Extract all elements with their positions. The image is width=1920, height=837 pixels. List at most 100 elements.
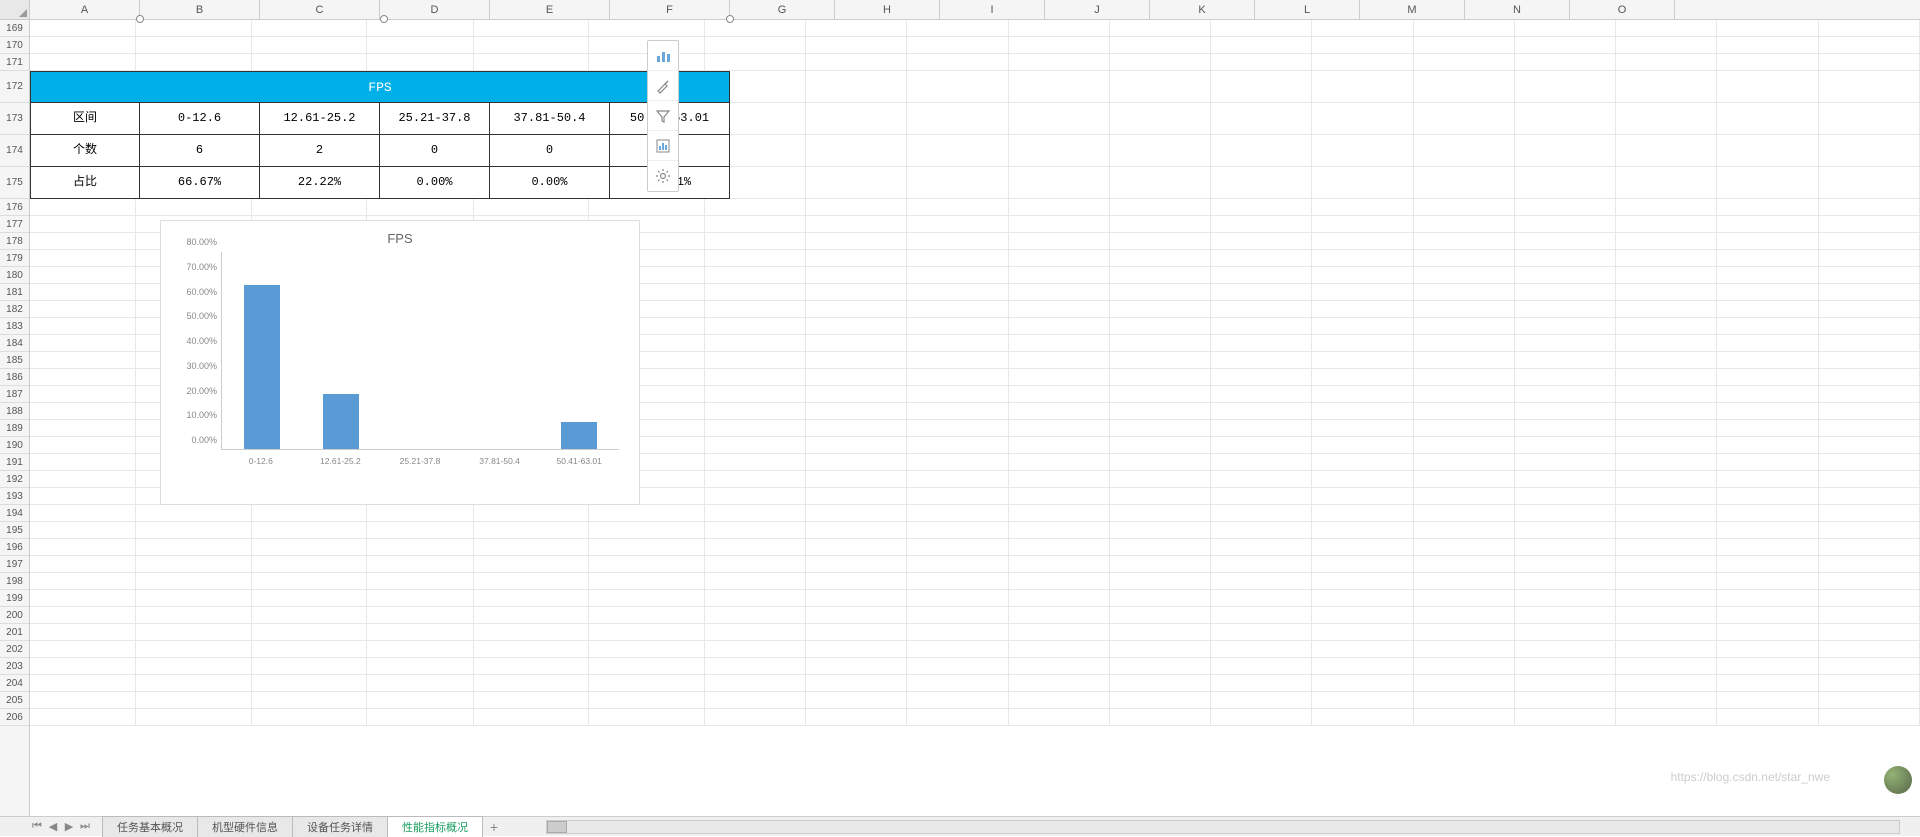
row-header[interactable]: 198 — [0, 573, 29, 590]
chart-type-icon[interactable] — [648, 41, 678, 71]
row-header[interactable]: 173 — [0, 103, 29, 135]
select-all-corner[interactable] — [0, 0, 30, 19]
table-row-label[interactable]: 个数 — [30, 135, 140, 167]
row-header[interactable]: 204 — [0, 675, 29, 692]
row-header[interactable]: 188 — [0, 403, 29, 420]
row-header[interactable]: 193 — [0, 488, 29, 505]
row-header[interactable]: 182 — [0, 301, 29, 318]
table-cell[interactable]: 12.61-25.2 — [260, 103, 380, 135]
row-header[interactable]: 199 — [0, 590, 29, 607]
col-header[interactable]: M — [1360, 0, 1465, 19]
tab-nav-next-icon[interactable]: ▶ — [62, 820, 76, 834]
table-cell[interactable]: 0.00% — [490, 167, 610, 199]
row-header[interactable]: 172 — [0, 71, 29, 103]
table-cell[interactable]: 66.67% — [140, 167, 260, 199]
row-header[interactable]: 194 — [0, 505, 29, 522]
row-header[interactable]: 195 — [0, 522, 29, 539]
row-header[interactable]: 196 — [0, 539, 29, 556]
table-cell[interactable]: 37.81-50.4 — [490, 103, 610, 135]
table-row-label[interactable]: 占比 — [30, 167, 140, 199]
row-header[interactable]: 187 — [0, 386, 29, 403]
col-header[interactable]: F — [610, 0, 730, 19]
scrollbar-thumb[interactable] — [547, 821, 567, 833]
brush-icon[interactable] — [648, 71, 678, 101]
table-cell[interactable]: 25.21-37.8 — [380, 103, 490, 135]
sheet-tab[interactable]: 性能指标概况 — [387, 816, 483, 837]
row-header[interactable]: 205 — [0, 692, 29, 709]
chart-style-icon[interactable] — [648, 131, 678, 161]
col-header[interactable]: O — [1570, 0, 1675, 19]
col-header[interactable]: J — [1045, 0, 1150, 19]
row-header[interactable]: 203 — [0, 658, 29, 675]
chart-y-tick: 70.00% — [186, 262, 217, 272]
col-header[interactable]: N — [1465, 0, 1570, 19]
sheet-tab[interactable]: 机型硬件信息 — [197, 816, 293, 837]
col-header[interactable]: A — [30, 0, 140, 19]
chart-x-tick: 25.21-37.8 — [380, 452, 460, 472]
add-sheet-button[interactable]: + — [482, 819, 506, 835]
selection-handle[interactable] — [380, 15, 388, 23]
chart-y-tick: 80.00% — [186, 237, 217, 247]
row-header[interactable]: 180 — [0, 267, 29, 284]
row-header[interactable]: 197 — [0, 556, 29, 573]
row-header-gutter: 1691701711721731741751761771781791801811… — [0, 20, 30, 816]
col-header[interactable]: K — [1150, 0, 1255, 19]
row-header[interactable]: 171 — [0, 54, 29, 71]
row-header[interactable]: 178 — [0, 233, 29, 250]
row-header[interactable]: 185 — [0, 352, 29, 369]
selection-handle[interactable] — [136, 15, 144, 23]
row-header[interactable]: 183 — [0, 318, 29, 335]
table-cell[interactable]: 0 — [490, 135, 610, 167]
row-header[interactable]: 189 — [0, 420, 29, 437]
selection-handle[interactable] — [726, 15, 734, 23]
tab-nav-prev-icon[interactable]: ◀ — [46, 820, 60, 834]
fps-bar-chart[interactable]: FPS 0.00%10.00%20.00%30.00%40.00%50.00%6… — [160, 220, 640, 505]
row-header[interactable]: 190 — [0, 437, 29, 454]
chart-bar[interactable] — [561, 422, 597, 449]
row-header[interactable]: 176 — [0, 199, 29, 216]
chart-bar[interactable] — [323, 394, 359, 449]
row-header[interactable]: 170 — [0, 37, 29, 54]
tab-nav-first-icon[interactable]: ⏮ — [30, 820, 44, 834]
row-header[interactable]: 192 — [0, 471, 29, 488]
table-title-cell[interactable]: FPS — [30, 71, 730, 103]
col-header[interactable]: E — [490, 0, 610, 19]
gear-icon[interactable] — [648, 161, 678, 191]
col-header[interactable]: B — [140, 0, 260, 19]
row-header[interactable]: 186 — [0, 369, 29, 386]
col-header[interactable]: I — [940, 0, 1045, 19]
tab-nav-last-icon[interactable]: ⏭ — [78, 820, 92, 834]
row-header[interactable]: 175 — [0, 167, 29, 199]
row-header[interactable]: 200 — [0, 607, 29, 624]
col-header[interactable]: L — [1255, 0, 1360, 19]
col-header[interactable]: H — [835, 0, 940, 19]
table-cell[interactable]: 0-12.6 — [140, 103, 260, 135]
row-header[interactable]: 174 — [0, 135, 29, 167]
table-cell[interactable]: 6 — [140, 135, 260, 167]
chart-y-tick: 50.00% — [186, 311, 217, 321]
table-cell[interactable]: 2 — [260, 135, 380, 167]
col-header[interactable]: D — [380, 0, 490, 19]
table-cell[interactable]: 0 — [380, 135, 490, 167]
sheet-tab[interactable]: 任务基本概况 — [102, 816, 198, 837]
spreadsheet-grid[interactable]: FPS 区间 0-12.6 12.61-25.2 25.21-37.8 37.8… — [30, 20, 1920, 816]
row-header[interactable]: 181 — [0, 284, 29, 301]
row-header[interactable]: 179 — [0, 250, 29, 267]
table-cell[interactable]: 0.00% — [380, 167, 490, 199]
avatar[interactable] — [1884, 766, 1912, 794]
row-header[interactable]: 206 — [0, 709, 29, 726]
row-header[interactable]: 201 — [0, 624, 29, 641]
chart-bar[interactable] — [244, 285, 280, 449]
col-header[interactable]: C — [260, 0, 380, 19]
table-cell[interactable]: 22.22% — [260, 167, 380, 199]
horizontal-scrollbar[interactable] — [546, 820, 1900, 834]
row-header[interactable]: 191 — [0, 454, 29, 471]
row-header[interactable]: 169 — [0, 20, 29, 37]
row-header[interactable]: 184 — [0, 335, 29, 352]
row-header[interactable]: 177 — [0, 216, 29, 233]
table-row-label[interactable]: 区间 — [30, 103, 140, 135]
sheet-tab[interactable]: 设备任务详情 — [292, 816, 388, 837]
col-header[interactable]: G — [730, 0, 835, 19]
row-header[interactable]: 202 — [0, 641, 29, 658]
filter-icon[interactable] — [648, 101, 678, 131]
